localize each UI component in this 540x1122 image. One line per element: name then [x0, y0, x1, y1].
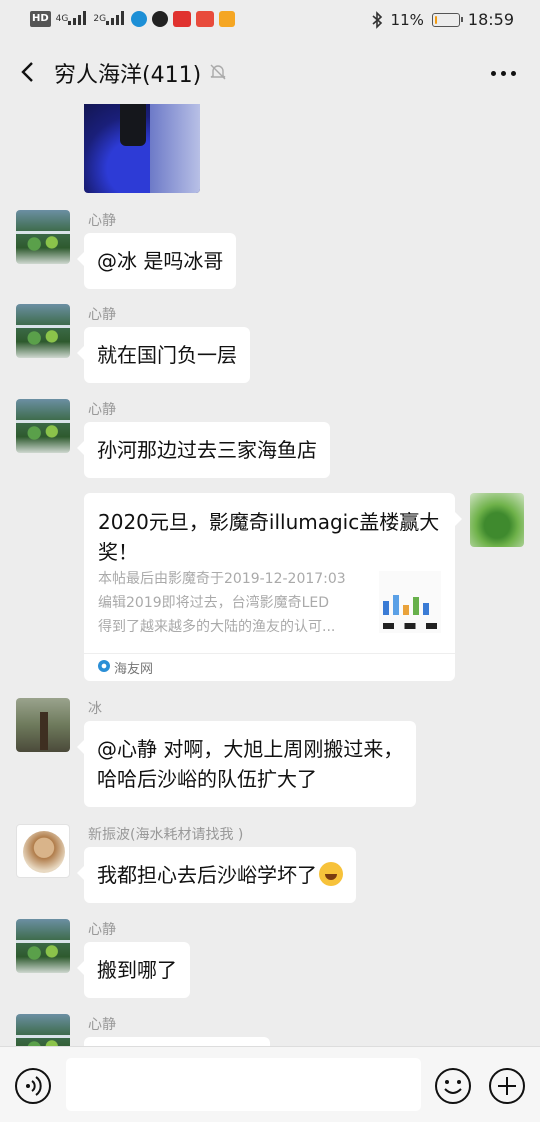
more-dots-icon[interactable]	[491, 71, 516, 76]
sender-name: 心静	[88, 307, 116, 323]
message-bubble[interactable]: 搬到哪了	[77, 942, 190, 998]
2g-label: 2G	[93, 14, 107, 24]
news-icon	[196, 11, 215, 27]
link-card-title: 2020元旦，影魔奇illumagic盖楼赢大奖！	[98, 510, 440, 564]
status-right: 11% 18:59	[371, 10, 514, 29]
divider	[84, 653, 455, 654]
sender-name: 新振波(海水耗材请找我 )	[88, 827, 244, 843]
message-input[interactable]	[66, 1058, 421, 1111]
avatar[interactable]	[16, 698, 70, 752]
message-bubble[interactable]: @冰 是吗冰哥	[76, 233, 237, 289]
link-card[interactable]: 2020元旦，影魔奇illumagic盖楼赢大奖！ 本帖最后由影魔奇于2019-…	[84, 493, 462, 681]
chat-title: 穷人海洋(411)	[54, 63, 202, 88]
4g-signal-icon: 4G	[56, 11, 89, 27]
message-list[interactable]: 心静 @冰 是吗冰哥 心静 就在国门负一层 心静 孙河那边过去三家海鱼店 202…	[0, 104, 540, 1046]
status-bar: HD 4G 2G 11% 18:59	[0, 0, 540, 40]
self-avatar[interactable]	[470, 493, 524, 547]
image-thumbnail[interactable]	[84, 104, 200, 193]
chevron-left-icon[interactable]	[14, 58, 42, 86]
status-left-icons: HD 4G 2G	[30, 11, 236, 27]
2g-signal-icon: 2G	[93, 11, 126, 27]
sender-name: 心静	[88, 402, 116, 418]
bell-off-icon	[210, 64, 226, 80]
4g-label: 4G	[55, 14, 69, 24]
link-card-description: 本帖最后由影魔奇于2019-12-2017:03 编辑2019即将过去，台湾影魔…	[98, 567, 368, 639]
avatar[interactable]	[16, 1014, 70, 1046]
voice-icon[interactable]	[14, 1067, 52, 1105]
source-logo-icon	[98, 660, 110, 672]
plus-circle-icon[interactable]	[488, 1067, 526, 1105]
message-bubble[interactable]: 就在国门负一层	[77, 327, 250, 383]
app-icon-red	[173, 11, 192, 27]
hd-icon: HD	[30, 11, 51, 27]
message-bubble[interactable]: 我都担心去后沙峪学坏了	[77, 847, 356, 903]
avatar[interactable]	[16, 399, 70, 453]
qq-icon	[152, 11, 169, 27]
link-card-desc-line: 得到了越来越多的大陆的渔友的认可...	[98, 619, 336, 635]
shield-icon	[219, 11, 236, 27]
battery-icon	[431, 12, 463, 27]
link-card-source: 海友网	[114, 662, 154, 677]
sender-name: 冰	[88, 701, 102, 717]
input-bar	[0, 1046, 540, 1122]
link-card-thumbnail	[379, 571, 441, 633]
message-text: 我都担心去后沙峪学坏了	[97, 863, 317, 887]
battery-percent: 11%	[390, 10, 424, 29]
sender-name: 心静	[88, 213, 116, 229]
sender-name: 心静	[88, 1017, 116, 1033]
smiley-icon[interactable]	[434, 1067, 472, 1105]
crying-laughing-emoji-icon	[319, 862, 343, 886]
avatar[interactable]	[16, 919, 70, 973]
message-bubble[interactable]: 孙河那边过去三家海鱼店	[77, 422, 330, 478]
avatar[interactable]	[16, 824, 70, 878]
bluetooth-icon	[372, 10, 382, 29]
battery-fill	[434, 15, 437, 24]
avatar[interactable]	[16, 304, 70, 358]
clock: 18:59	[467, 10, 514, 29]
message-bubble[interactable]: @心静 对啊，大旭上周刚搬过来， 哈哈后沙峪的队伍扩大了	[76, 721, 417, 807]
message-bubble[interactable]	[84, 1037, 270, 1046]
message-line: @心静 对啊，大旭上周刚搬过来，	[97, 737, 404, 761]
link-card-desc-line: 编辑2019即将过去，台湾影魔奇LED	[98, 595, 330, 611]
avatar[interactable]	[16, 210, 70, 264]
link-card-desc-line: 本帖最后由影魔奇于2019-12-2017:03	[98, 571, 346, 587]
tiktok-icon	[131, 11, 148, 27]
chat-header: 穷人海洋(411)	[0, 40, 540, 104]
sender-name: 心静	[88, 922, 116, 938]
message-line: 哈哈后沙峪的队伍扩大了	[97, 767, 317, 791]
